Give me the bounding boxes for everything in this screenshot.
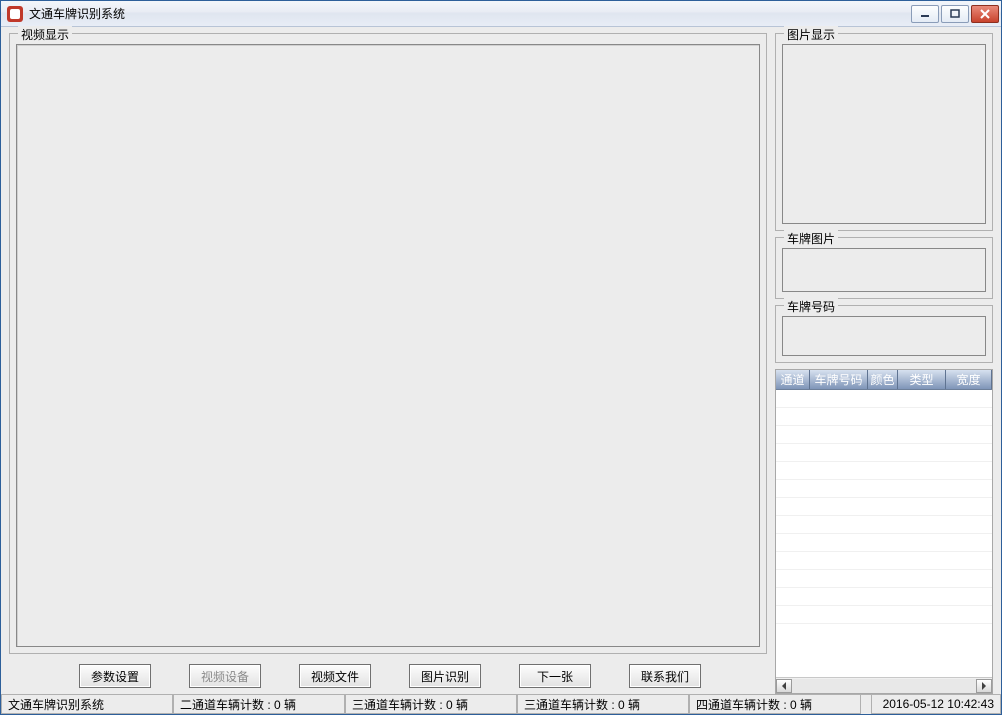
next-image-button[interactable]: 下一张 xyxy=(519,664,591,688)
scroll-right-button[interactable] xyxy=(976,679,992,693)
status-appname: 文通车牌识别系统 xyxy=(1,695,173,714)
grid-row xyxy=(776,570,992,588)
close-button[interactable] xyxy=(971,5,999,23)
param-settings-button[interactable]: 参数设置 xyxy=(79,664,151,688)
grid-row xyxy=(776,606,992,624)
grid-row xyxy=(776,408,992,426)
image-display-box xyxy=(782,44,986,224)
window-controls xyxy=(911,5,999,23)
video-file-button[interactable]: 视频文件 xyxy=(299,664,371,688)
status-ch4: 四通道车辆计数 : 0 辆 xyxy=(689,695,861,714)
plate-number-box xyxy=(782,316,986,356)
statusbar: 文通车牌识别系统 二通道车辆计数 : 0 辆 三通道车辆计数 : 0 辆 三通道… xyxy=(1,694,1001,714)
grid-hscrollbar[interactable] xyxy=(776,677,992,693)
col-width[interactable]: 宽度 xyxy=(946,370,992,389)
video-device-button[interactable]: 视频设备 xyxy=(189,664,261,688)
grid-row xyxy=(776,588,992,606)
grid-row xyxy=(776,390,992,408)
image-recognize-button[interactable]: 图片识别 xyxy=(409,664,481,688)
plate-number-group: 车牌号码 xyxy=(775,305,993,363)
video-canvas xyxy=(16,44,760,647)
app-window: 文通车牌识别系统 视频显示 参数设置 视频设备 xyxy=(0,0,1002,715)
scroll-left-button[interactable] xyxy=(776,679,792,693)
plate-image-group: 车牌图片 xyxy=(775,237,993,299)
col-type[interactable]: 类型 xyxy=(898,370,946,389)
minimize-icon xyxy=(920,9,930,19)
grid-body[interactable] xyxy=(776,390,992,677)
status-ch3b: 三通道车辆计数 : 0 辆 xyxy=(517,695,689,714)
minimize-button[interactable] xyxy=(911,5,939,23)
right-column: 图片显示 车牌图片 车牌号码 通道 车牌号码 颜色 类型 xyxy=(775,33,993,694)
col-color[interactable]: 颜色 xyxy=(868,370,898,389)
grid-row xyxy=(776,444,992,462)
plate-image-legend: 车牌图片 xyxy=(784,230,838,247)
status-ch2: 二通道车辆计数 : 0 辆 xyxy=(173,695,345,714)
grid-row xyxy=(776,498,992,516)
results-grid[interactable]: 通道 车牌号码 颜色 类型 宽度 xyxy=(775,369,993,694)
status-spacer xyxy=(861,695,871,714)
maximize-icon xyxy=(950,9,960,19)
scroll-track[interactable] xyxy=(792,679,976,693)
image-display-group: 图片显示 xyxy=(775,33,993,231)
button-row: 参数设置 视频设备 视频文件 图片识别 下一张 联系我们 xyxy=(9,654,767,694)
grid-row xyxy=(776,552,992,570)
grid-row xyxy=(776,426,992,444)
client-area: 视频显示 参数设置 视频设备 视频文件 图片识别 下一张 联系我们 图片显示 xyxy=(1,27,1001,714)
caret-right-icon xyxy=(981,682,987,690)
video-display-group: 视频显示 xyxy=(9,33,767,654)
status-ch3: 三通道车辆计数 : 0 辆 xyxy=(345,695,517,714)
grid-row xyxy=(776,534,992,552)
titlebar[interactable]: 文通车牌识别系统 xyxy=(1,1,1001,27)
video-display-legend: 视频显示 xyxy=(18,26,72,43)
app-icon xyxy=(7,6,23,22)
caret-left-icon xyxy=(781,682,787,690)
main-area: 视频显示 参数设置 视频设备 视频文件 图片识别 下一张 联系我们 图片显示 xyxy=(1,27,1001,694)
col-channel[interactable]: 通道 xyxy=(776,370,810,389)
grid-header: 通道 车牌号码 颜色 类型 宽度 xyxy=(776,370,992,390)
contact-us-button[interactable]: 联系我们 xyxy=(629,664,701,688)
window-title: 文通车牌识别系统 xyxy=(29,5,911,22)
grid-row xyxy=(776,462,992,480)
left-column: 视频显示 参数设置 视频设备 视频文件 图片识别 下一张 联系我们 xyxy=(9,33,767,694)
image-display-legend: 图片显示 xyxy=(784,26,838,43)
plate-number-legend: 车牌号码 xyxy=(784,298,838,315)
grid-row xyxy=(776,480,992,498)
plate-image-box xyxy=(782,248,986,292)
maximize-button[interactable] xyxy=(941,5,969,23)
col-plate[interactable]: 车牌号码 xyxy=(810,370,868,389)
status-timestamp: 2016-05-12 10:42:43 xyxy=(871,695,1001,714)
close-icon xyxy=(980,9,990,19)
grid-row xyxy=(776,516,992,534)
